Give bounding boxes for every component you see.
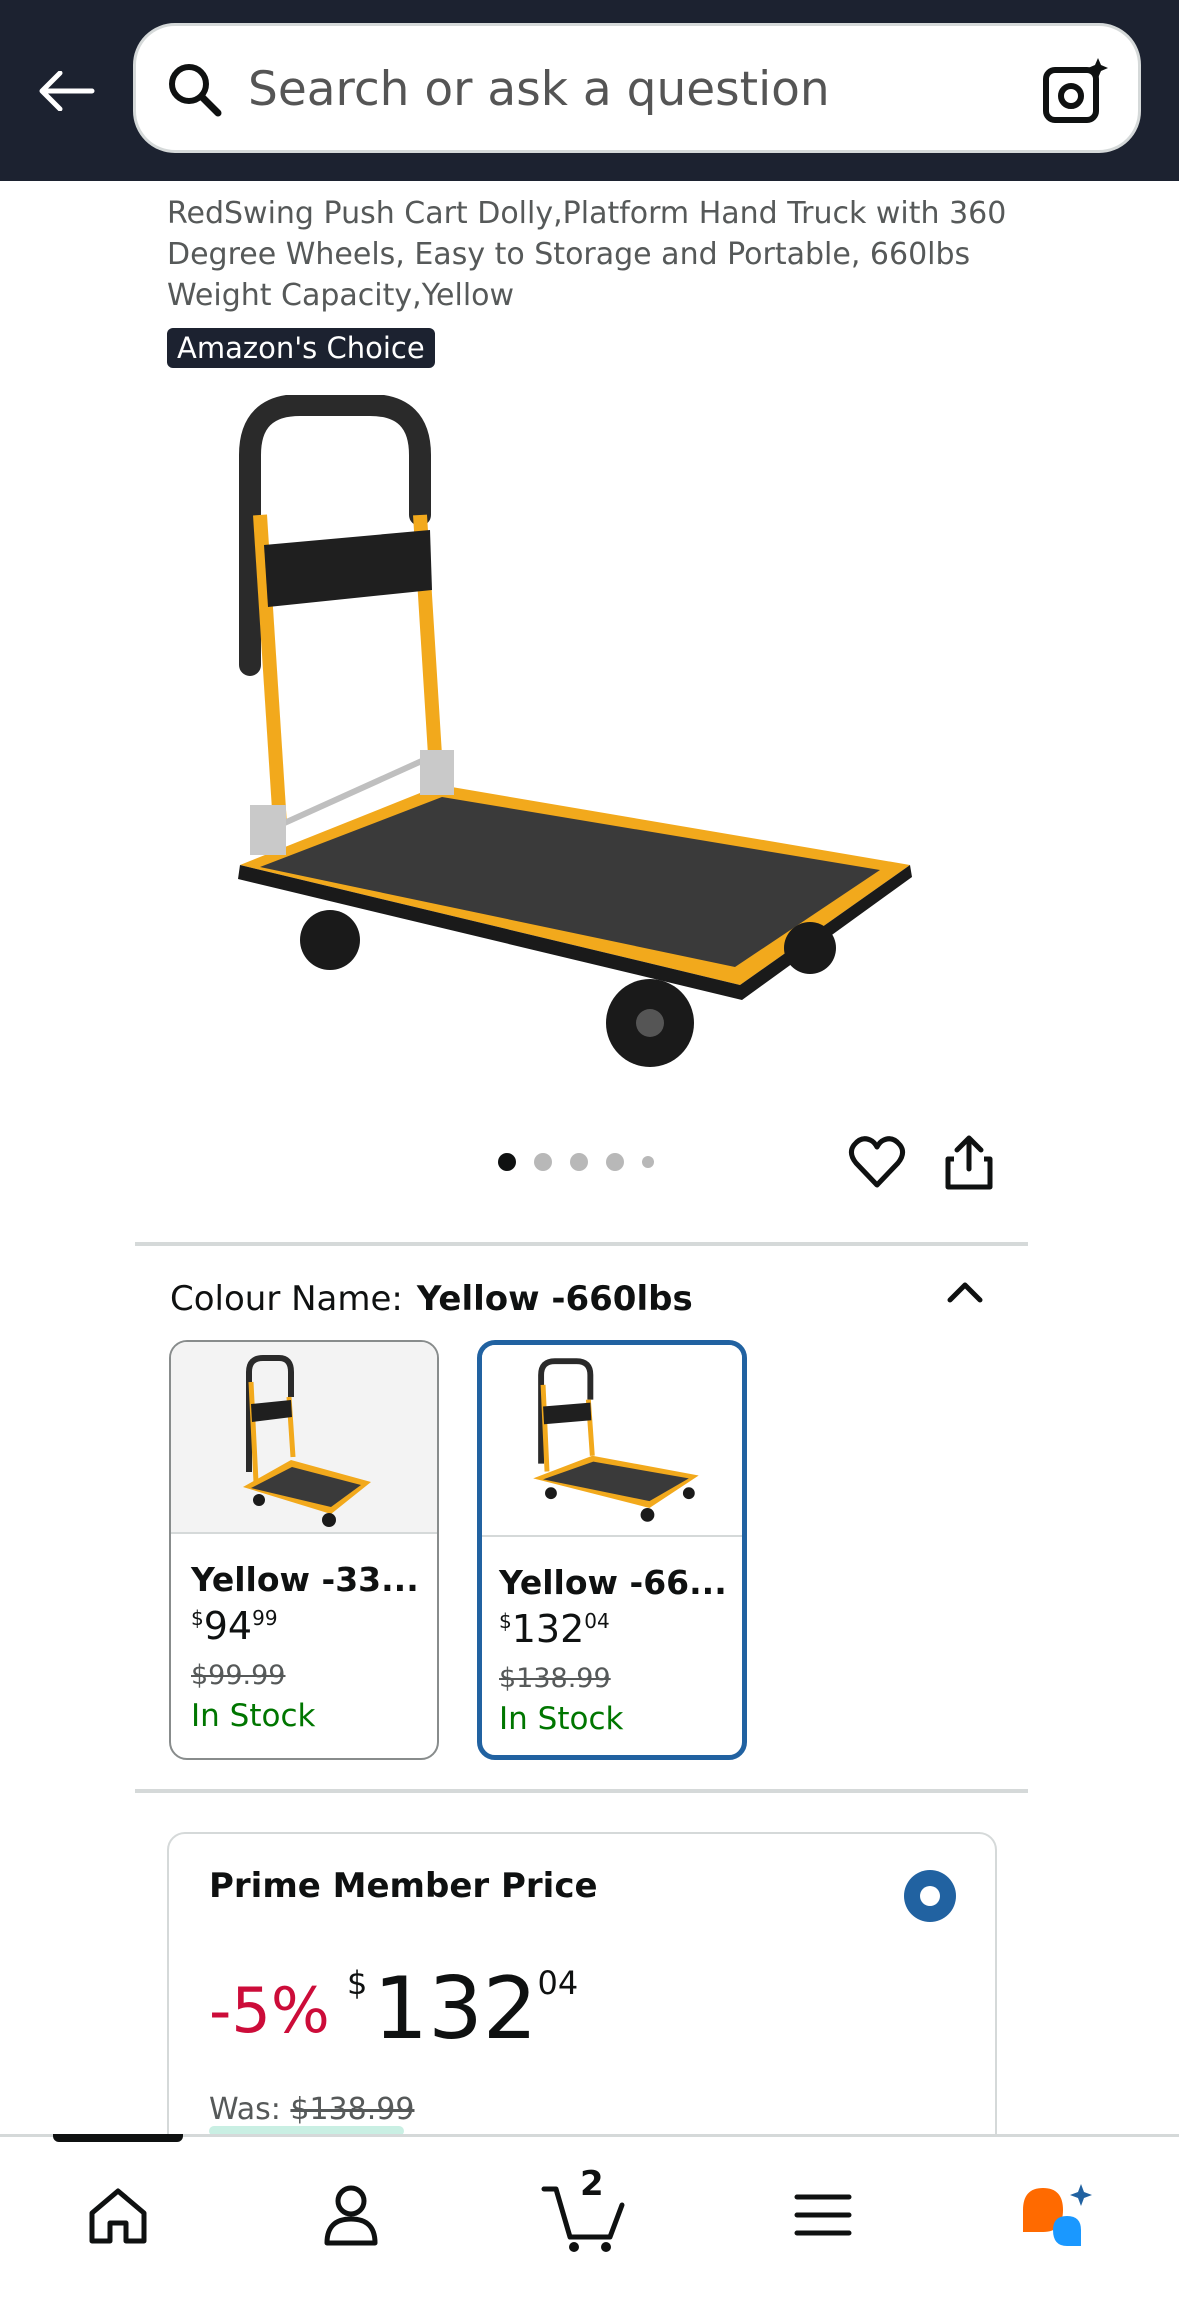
prime-was-price: Was: $138.99 bbox=[209, 2092, 414, 2127]
radio-dot bbox=[920, 1886, 940, 1906]
currency-symbol: $ bbox=[499, 1609, 512, 1633]
option-was-price: $138.99 bbox=[499, 1663, 611, 1694]
option-name: Yellow -66... bbox=[499, 1563, 727, 1602]
option-price: $13204 bbox=[499, 1607, 610, 1651]
platform-cart-icon bbox=[533, 1358, 699, 1522]
nav-rufus[interactable] bbox=[1002, 2160, 1112, 2270]
colour-label: Colour Name: bbox=[170, 1279, 403, 1319]
product-image[interactable] bbox=[220, 395, 940, 1075]
price-whole: 94 bbox=[203, 1604, 253, 1648]
heart-icon[interactable] bbox=[848, 1133, 906, 1191]
option-stock: In Stock bbox=[191, 1698, 316, 1734]
was-label: Was: bbox=[209, 2092, 281, 2127]
prime-price: $13204 bbox=[347, 1959, 578, 2059]
discount-percent: -5% bbox=[209, 1974, 330, 2047]
nav-account[interactable] bbox=[296, 2160, 406, 2270]
swatch-image bbox=[171, 1342, 437, 1534]
active-tab-indicator bbox=[53, 2134, 183, 2142]
nav-cart[interactable]: 2 bbox=[530, 2160, 640, 2270]
hamburger-menu-icon bbox=[794, 2194, 852, 2236]
price-fraction: 04 bbox=[584, 1609, 610, 1633]
prime-price-radio[interactable] bbox=[904, 1870, 956, 1922]
share-icon[interactable] bbox=[940, 1133, 998, 1191]
price-whole: 132 bbox=[373, 1959, 538, 2059]
search-input[interactable] bbox=[248, 54, 1008, 124]
carousel-dot[interactable] bbox=[642, 1156, 654, 1168]
prime-price-title: Prime Member Price bbox=[209, 1866, 598, 1906]
colour-option-yellow-660[interactable]: Yellow -66... $13204 $138.99 In Stock bbox=[477, 1340, 747, 1760]
product-title[interactable]: RedSwing Push Cart Dolly,Platform Hand T… bbox=[167, 193, 1027, 316]
price-whole: 132 bbox=[511, 1607, 585, 1651]
currency-symbol: $ bbox=[347, 1964, 368, 2002]
option-name: Yellow -33... bbox=[191, 1560, 419, 1599]
price-fraction: 99 bbox=[252, 1606, 278, 1630]
carousel-dots[interactable] bbox=[498, 1153, 654, 1171]
section-divider bbox=[135, 1789, 1028, 1793]
colour-name-row: Colour Name: Yellow -660lbs bbox=[170, 1276, 693, 1322]
colour-option-yellow-330[interactable]: Yellow -33... $9499 $99.99 In Stock bbox=[169, 1340, 439, 1760]
chevron-up-icon[interactable] bbox=[940, 1268, 990, 1318]
option-was-price: $99.99 bbox=[191, 1660, 286, 1691]
nav-menu[interactable] bbox=[768, 2160, 878, 2270]
nav-home[interactable] bbox=[63, 2160, 173, 2270]
colour-selected-value: Yellow -660lbs bbox=[416, 1279, 693, 1319]
carousel-dot[interactable] bbox=[606, 1153, 624, 1171]
rufus-assistant-icon bbox=[1023, 2184, 1092, 2246]
section-divider bbox=[135, 1242, 1028, 1246]
option-stock: In Stock bbox=[499, 1701, 624, 1737]
platform-cart-icon bbox=[243, 1355, 371, 1527]
option-price: $9499 bbox=[191, 1604, 278, 1648]
back-button[interactable] bbox=[30, 55, 102, 127]
amazons-choice-badge: Amazon's Choice bbox=[167, 328, 435, 368]
carousel-dot[interactable] bbox=[498, 1153, 516, 1171]
arrow-left-icon bbox=[39, 71, 95, 111]
top-bar bbox=[0, 0, 1179, 181]
swatch-image bbox=[482, 1345, 742, 1537]
home-icon bbox=[89, 2188, 147, 2244]
carousel-dot[interactable] bbox=[570, 1153, 588, 1171]
search-icon bbox=[169, 64, 222, 117]
search-bar[interactable] bbox=[133, 23, 1141, 153]
person-icon bbox=[324, 2185, 378, 2246]
price-fraction: 04 bbox=[537, 1964, 579, 2002]
currency-symbol: $ bbox=[191, 1606, 204, 1630]
cart-count: 2 bbox=[580, 2164, 604, 2204]
carousel-dot[interactable] bbox=[534, 1153, 552, 1171]
camera-sparkle-icon[interactable] bbox=[1040, 56, 1110, 126]
was-price: $138.99 bbox=[290, 2092, 415, 2127]
